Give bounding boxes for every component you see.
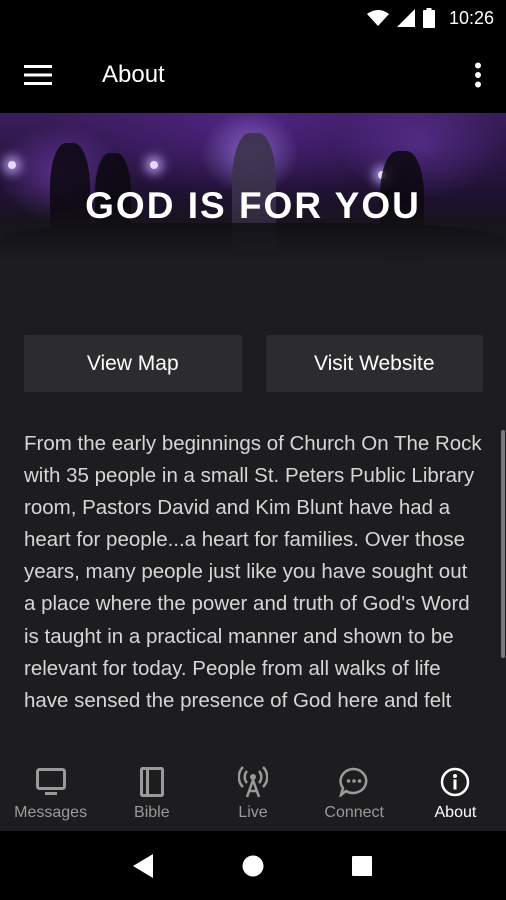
status-bar: 10:26 — [0, 0, 506, 36]
nav-item-connect[interactable]: Connect — [304, 752, 405, 831]
hero-title: GOD IS FOR YOU — [85, 185, 421, 226]
nav-item-messages[interactable]: Messages — [0, 752, 101, 831]
about-description: From the early beginnings of Church On T… — [24, 432, 482, 712]
system-navigation-bar — [0, 831, 506, 900]
page-title: About — [102, 60, 165, 88]
book-icon — [136, 766, 168, 798]
nav-label: Connect — [324, 804, 384, 821]
visit-website-button[interactable]: Visit Website — [265, 335, 483, 392]
stage-light — [8, 161, 16, 169]
hero-banner: GOD IS FOR YOU — [0, 113, 506, 263]
battery-icon — [422, 8, 435, 28]
nav-item-bible[interactable]: Bible — [101, 752, 202, 831]
hamburger-menu-icon[interactable] — [0, 36, 80, 113]
info-icon — [439, 766, 471, 798]
wifi-icon — [366, 9, 389, 27]
broadcast-icon — [237, 766, 269, 798]
chat-bubble-icon — [338, 766, 370, 798]
back-icon[interactable] — [120, 842, 168, 890]
app-bar: About — [0, 36, 506, 113]
action-buttons: View Map Visit Website — [24, 335, 483, 392]
view-map-button[interactable]: View Map — [24, 335, 242, 392]
nav-label: Messages — [14, 804, 88, 821]
signal-icon — [396, 9, 415, 27]
nav-label: Live — [238, 804, 268, 821]
stage-light — [150, 161, 158, 169]
bottom-navigation: Messages Bible Live Connect About — [0, 752, 506, 831]
recents-icon[interactable] — [338, 842, 386, 890]
nav-item-live[interactable]: Live — [202, 752, 303, 831]
nav-item-about[interactable]: About — [405, 752, 506, 831]
nav-label: About — [434, 804, 477, 821]
nav-label: Bible — [134, 804, 170, 821]
status-time: 10:26 — [448, 7, 494, 28]
home-icon[interactable] — [229, 842, 277, 890]
tv-icon — [35, 766, 67, 798]
scrollbar[interactable] — [501, 430, 505, 658]
more-vert-icon[interactable] — [450, 36, 506, 113]
